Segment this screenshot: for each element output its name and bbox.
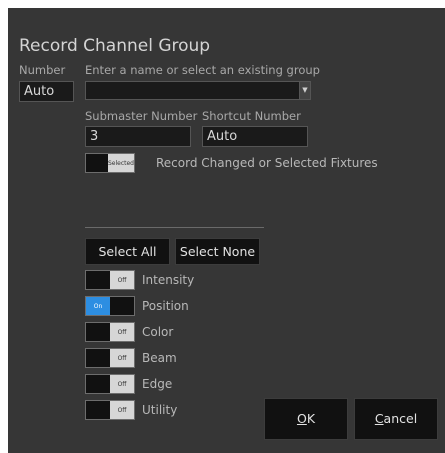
number-label: Number <box>19 63 66 77</box>
ok-button[interactable]: OK <box>264 398 348 440</box>
edge-toggle[interactable]: Off <box>85 374 135 394</box>
chevron-down-icon[interactable]: ▼ <box>299 82 310 99</box>
submaster-field[interactable]: 3 <box>85 126 191 147</box>
select-none-button[interactable]: Select None <box>175 238 260 265</box>
edge-toggle-state: Off <box>110 375 134 393</box>
beam-toggle[interactable]: Off <box>85 348 135 368</box>
color-toggle[interactable]: Off <box>85 322 135 342</box>
color-toggle-state: Off <box>110 323 134 341</box>
dialog-title: Record Channel Group <box>19 36 211 56</box>
intensity-toggle[interactable]: Off <box>85 270 135 290</box>
beam-label: Beam <box>142 351 177 365</box>
number-field[interactable]: Auto <box>19 81 74 102</box>
intensity-label: Intensity <box>142 273 195 287</box>
ok-accelerator: O <box>296 411 307 426</box>
record-channel-group-dialog: Record Channel Group Number Auto Enter a… <box>8 8 445 453</box>
ok-label-rest: K <box>306 411 316 426</box>
position-toggle-state: On <box>86 297 110 315</box>
color-label: Color <box>142 325 174 339</box>
record-mode-toggle[interactable]: Selected <box>85 153 135 173</box>
utility-toggle-state: Off <box>110 401 134 419</box>
group-label: Enter a name or select an existing group <box>85 63 320 77</box>
edge-label: Edge <box>142 377 173 391</box>
beam-toggle-state: Off <box>110 349 134 367</box>
position-label: Position <box>142 299 189 313</box>
toggle-track <box>86 154 108 172</box>
shortcut-label: Shortcut Number <box>202 109 301 123</box>
cancel-button[interactable]: Cancel <box>354 398 438 440</box>
submaster-label: Submaster Number <box>85 109 198 123</box>
cancel-accelerator: C <box>374 411 384 426</box>
intensity-toggle-state: Off <box>110 271 134 289</box>
record-mode-label: Record Changed or Selected Fixtures <box>156 156 378 170</box>
select-all-button[interactable]: Select All <box>85 238 170 265</box>
utility-toggle[interactable]: Off <box>85 400 135 420</box>
cancel-label-rest: ancel <box>383 411 418 426</box>
group-select[interactable]: ▼ <box>85 81 311 100</box>
record-mode-toggle-text: Selected <box>107 154 134 172</box>
utility-label: Utility <box>142 403 178 417</box>
position-toggle[interactable]: On <box>85 296 135 316</box>
shortcut-field[interactable]: Auto <box>202 126 308 147</box>
divider <box>85 227 264 228</box>
